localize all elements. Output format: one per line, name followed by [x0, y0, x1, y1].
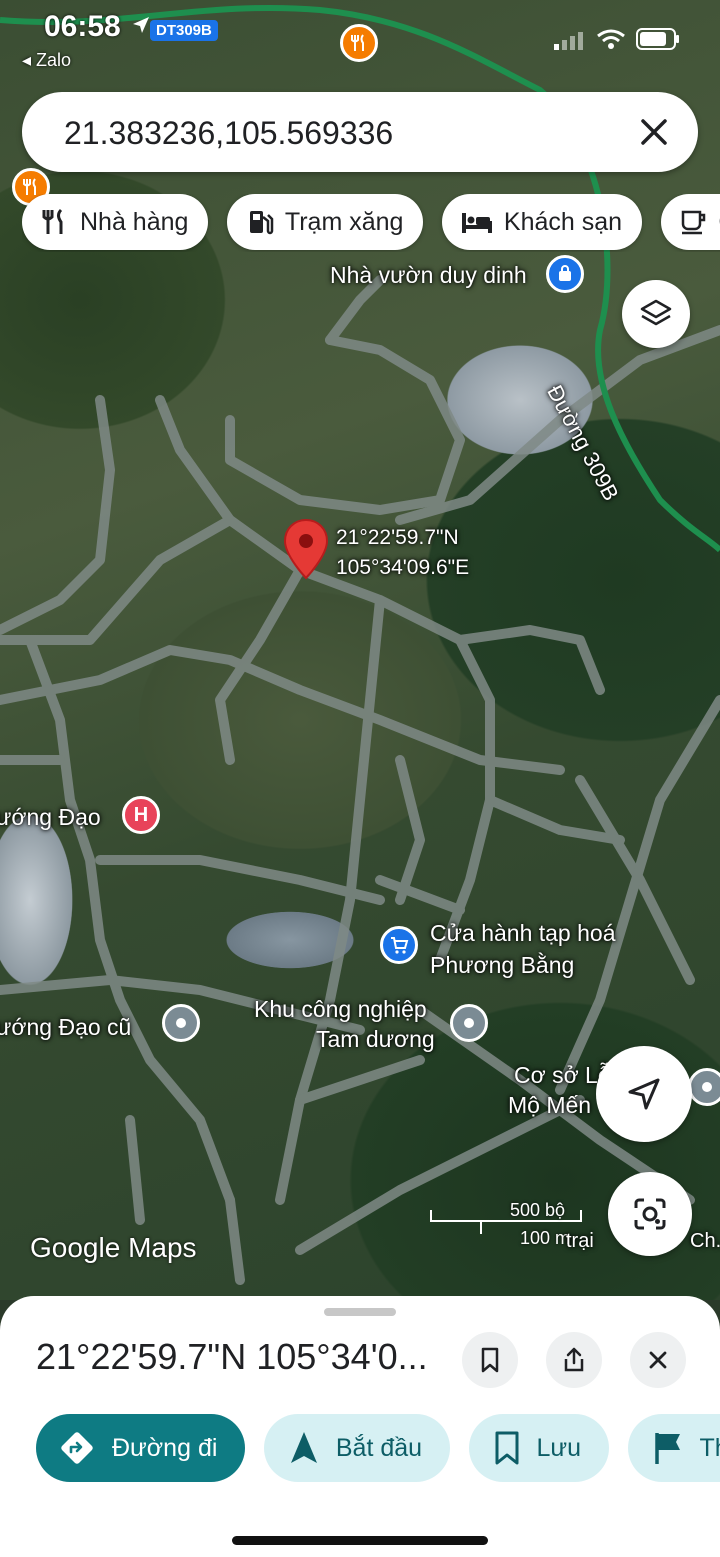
- scale-bottom-label: 100 m: [520, 1228, 571, 1248]
- save-button[interactable]: Lưu: [468, 1414, 610, 1482]
- action-label: Đường đi: [112, 1433, 218, 1462]
- chip-gas-stations[interactable]: Trạm xăng: [226, 194, 424, 250]
- signal-icon: [554, 32, 583, 50]
- google-maps-watermark: Google Maps: [30, 1232, 197, 1263]
- bookmark-icon: [495, 1431, 518, 1465]
- status-bar: 06:58 ◂ Zalo DT309B: [0, 0, 720, 80]
- status-time: 06:58: [44, 10, 121, 43]
- back-app-label: Zalo: [36, 50, 72, 70]
- battery-icon: [636, 28, 679, 50]
- navigation-arrow-icon: [290, 1432, 317, 1463]
- action-label: Lưu: [536, 1433, 582, 1462]
- home-indicator: [232, 1536, 488, 1545]
- shopping-cart-pin-icon[interactable]: [380, 926, 418, 964]
- wifi-icon: [597, 29, 625, 49]
- location-dot-pin-icon[interactable]: [162, 1004, 200, 1042]
- action-label: Bắt đầu: [335, 1433, 423, 1462]
- hospital-pin-icon[interactable]: H: [122, 796, 160, 834]
- place-label-industrial-line2[interactable]: Tam dương: [316, 1024, 435, 1054]
- sheet-drag-handle[interactable]: [324, 1308, 396, 1316]
- pin-coordinate-lng: 105°34'09.6"E: [336, 556, 470, 579]
- search-input[interactable]: [62, 110, 626, 156]
- close-icon[interactable]: [632, 110, 676, 154]
- share-button[interactable]: [546, 1332, 602, 1388]
- place-label-industrial-line1[interactable]: Khu công nghiệp: [254, 994, 427, 1024]
- directions-button[interactable]: Đường đi: [36, 1414, 246, 1482]
- place-sheet[interactable]: 21°22'59.7"N 105°34'0... Đường đi Bắt đầ…: [0, 1296, 720, 1557]
- chip-label: Nhà hàng: [80, 207, 189, 236]
- location-dot-pin-icon[interactable]: [688, 1068, 720, 1106]
- start-button[interactable]: Bắt đầu: [263, 1414, 451, 1482]
- chip-coffee[interactable]: Qu: [660, 194, 720, 250]
- place-label-old[interactable]: ướng Đạo cũ: [0, 1012, 131, 1042]
- directions-icon: [61, 1432, 93, 1464]
- location-arrow-icon: [133, 17, 149, 33]
- coffee-icon: [681, 210, 705, 235]
- place-title: 21°22'59.7"N 105°34'0...: [36, 1336, 428, 1377]
- place-label-shop-line2[interactable]: Phương Bằng: [430, 950, 574, 980]
- back-to-app-link[interactable]: ◂ Zalo: [22, 50, 71, 71]
- pin-coordinate-lat: 21°22'59.7"N: [336, 526, 459, 549]
- layers-button[interactable]: [622, 280, 690, 348]
- restaurant-icon: [42, 208, 63, 234]
- location-pin-icon[interactable]: [282, 518, 330, 582]
- hotel-icon: [461, 213, 492, 233]
- layers-icon: [640, 299, 672, 326]
- scale-top-label: 500 bộ: [510, 1200, 566, 1220]
- close-icon: [649, 1351, 667, 1369]
- chip-restaurants[interactable]: Nhà hàng: [22, 194, 209, 250]
- chip-label: Trạm xăng: [284, 207, 404, 236]
- action-label: Th: [699, 1433, 720, 1462]
- navigation-arrow-outline-icon: [628, 1078, 660, 1110]
- location-dot-pin-icon[interactable]: [450, 1004, 488, 1042]
- action-buttons: Đường đi Bắt đầu Lưu Th: [36, 1414, 720, 1484]
- camera-lens-icon: [634, 1198, 666, 1230]
- place-label-garden[interactable]: Nhà vườn duy dinh: [330, 260, 527, 290]
- place-label-hospital[interactable]: ướng Đạo: [0, 802, 101, 832]
- label-button[interactable]: Th: [627, 1414, 720, 1482]
- gas-station-icon: [249, 211, 274, 235]
- category-chips: Nhà hàng Trạm xăng Khách sạn Qu: [22, 194, 720, 252]
- road-badge: DT309B: [150, 20, 218, 41]
- bookmark-outline-icon: [481, 1347, 499, 1373]
- chip-label: Khách sạn: [503, 207, 623, 236]
- search-bar[interactable]: [22, 92, 698, 172]
- share-icon: [564, 1347, 584, 1372]
- place-label-camping: trại: [566, 1230, 594, 1252]
- flag-icon: [654, 1433, 680, 1464]
- place-label-facility-line2[interactable]: Mộ Mến: [508, 1090, 591, 1120]
- lens-button[interactable]: [608, 1172, 692, 1256]
- save-icon-button[interactable]: [462, 1332, 518, 1388]
- close-sheet-button[interactable]: [630, 1332, 686, 1388]
- my-location-button[interactable]: [596, 1046, 692, 1142]
- bag-pin-icon[interactable]: [546, 255, 584, 293]
- place-label-camping-suffix: Ch...em on: [690, 1230, 720, 1252]
- place-label-shop-line1[interactable]: Cửa hành tạp hoá: [430, 918, 615, 948]
- chip-hotels[interactable]: Khách sạn: [441, 194, 643, 250]
